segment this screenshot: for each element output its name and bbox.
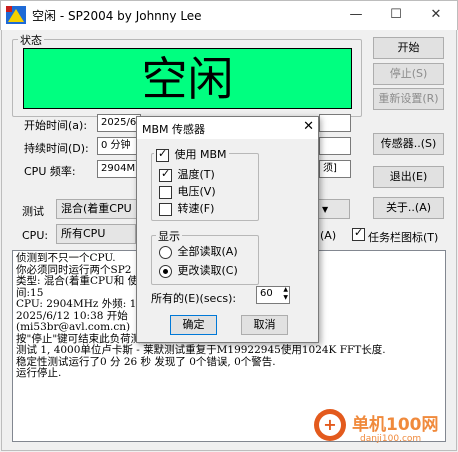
reset-button[interactable]: 重新设置(R) — [373, 88, 444, 110]
status-display: 空闲 — [23, 48, 352, 109]
cpu-select[interactable]: 所有CPU — [56, 224, 136, 244]
interval-stepper[interactable]: 60 ▲ ▼ — [256, 286, 290, 304]
log-line: 测试 1, 4000单位卢卡斯 - 莱默测试重复于M19922945使用1024… — [16, 344, 386, 356]
chevron-down-icon: ▼ — [322, 205, 329, 214]
about-button[interactable]: 关于..(A) — [373, 197, 444, 219]
display-group-label: 显示 — [156, 228, 182, 244]
window-title: 空闲 - SP2004 by Johnny Lee — [32, 9, 202, 23]
maximize-icon[interactable]: ☐ — [376, 0, 416, 30]
close-icon[interactable]: ✕ — [416, 0, 456, 30]
cpu-freq-field-right: 须] — [319, 160, 351, 178]
interval-label: 所有的(E)(secs): — [151, 292, 237, 305]
status-group-label: 状态 — [18, 32, 44, 48]
voltage-label: 电压(V) — [177, 185, 216, 198]
taskbar-icon-label: 任务栏图标(T) — [368, 231, 439, 244]
fan-label: 转速(F) — [177, 202, 215, 215]
temperature-label: 温度(T) — [177, 168, 215, 181]
voltage-checkbox[interactable]: 电压(V) — [159, 183, 216, 199]
spin-arrows-icon[interactable]: ▲ ▼ — [283, 286, 288, 302]
temperature-checkbox[interactable]: 温度(T) — [159, 166, 215, 182]
taskbar-icon-checkbox[interactable] — [352, 226, 365, 241]
duration-label: 持续时间(D): — [24, 142, 89, 155]
status-text: 空闲 — [141, 52, 234, 106]
dialog-close-icon[interactable]: ✕ — [303, 119, 314, 134]
watermark-url: danji100.com — [360, 434, 422, 444]
ok-button[interactable]: 确定 — [170, 315, 217, 335]
test-type-select-arrow[interactable]: ▼ — [317, 199, 350, 219]
read-all-label: 全部读取(A) — [177, 245, 238, 258]
start-time-field: 2025/6/12 10:38 — [97, 114, 141, 132]
log-line: 稳定性测试运行了0 分 26 秒 发现了 0个错误, 0个警告. — [16, 355, 276, 368]
fan-check-box[interactable] — [159, 202, 172, 216]
plus-icon: + — [319, 414, 341, 436]
cpu-freq-field: 2904MHz — [97, 160, 139, 178]
mbm-sensor-dialog: MBM 传感器 ✕ 使用 MBM 温度(T) 电压(V) 转速(F) 显示 全部… — [136, 116, 319, 343]
test-type-select[interactable]: 混合(着重CPU — [56, 199, 140, 219]
start-button[interactable]: 开始 — [373, 37, 444, 59]
stop-button[interactable]: 停止(S) — [373, 63, 444, 85]
watermark-brand: 单机100网 — [352, 415, 439, 435]
dialog-title: MBM 传感器 — [142, 123, 206, 136]
start-time-label: 开始时间(a): — [24, 119, 88, 132]
duration-field: 0 分钟 — [97, 137, 139, 155]
duration-field-right — [319, 137, 351, 155]
sensor-button[interactable]: 传感器..(S) — [373, 133, 444, 155]
cpu-freq-label: CPU 频率: — [24, 165, 76, 178]
minimize-icon[interactable]: — — [336, 0, 376, 30]
fan-checkbox[interactable]: 转速(F) — [159, 200, 214, 216]
test-label: 测试 — [22, 205, 44, 218]
cpu-row-right-label: (A) — [320, 229, 337, 242]
read-changed-radio[interactable]: 更改读取(C) — [159, 262, 238, 278]
start-time-field-right — [319, 114, 351, 132]
read-changed-label: 更改读取(C) — [177, 264, 238, 277]
use-mbm-checkbox[interactable]: 使用 MBM — [154, 146, 229, 162]
read-all-radio[interactable]: 全部读取(A) — [159, 243, 238, 259]
temperature-check-box[interactable] — [159, 167, 172, 182]
read-all-radio-circle[interactable] — [159, 245, 172, 259]
dialog-title-bar: MBM 传感器 ✕ — [137, 117, 318, 139]
exit-button[interactable]: 退出(E) — [373, 166, 444, 188]
read-changed-radio-circle[interactable] — [159, 264, 172, 278]
cancel-button[interactable]: 取消 — [241, 315, 288, 335]
cpu-label: CPU: — [22, 229, 49, 242]
taskbar-icon-check-box[interactable] — [352, 226, 365, 241]
log-line: 运行停止. — [16, 367, 62, 379]
app-icon — [6, 6, 26, 24]
use-mbm-label: 使用 MBM — [174, 148, 227, 161]
voltage-check-box[interactable] — [159, 185, 172, 199]
interval-value: 60 — [260, 288, 273, 299]
use-mbm-check-box[interactable] — [156, 147, 169, 162]
